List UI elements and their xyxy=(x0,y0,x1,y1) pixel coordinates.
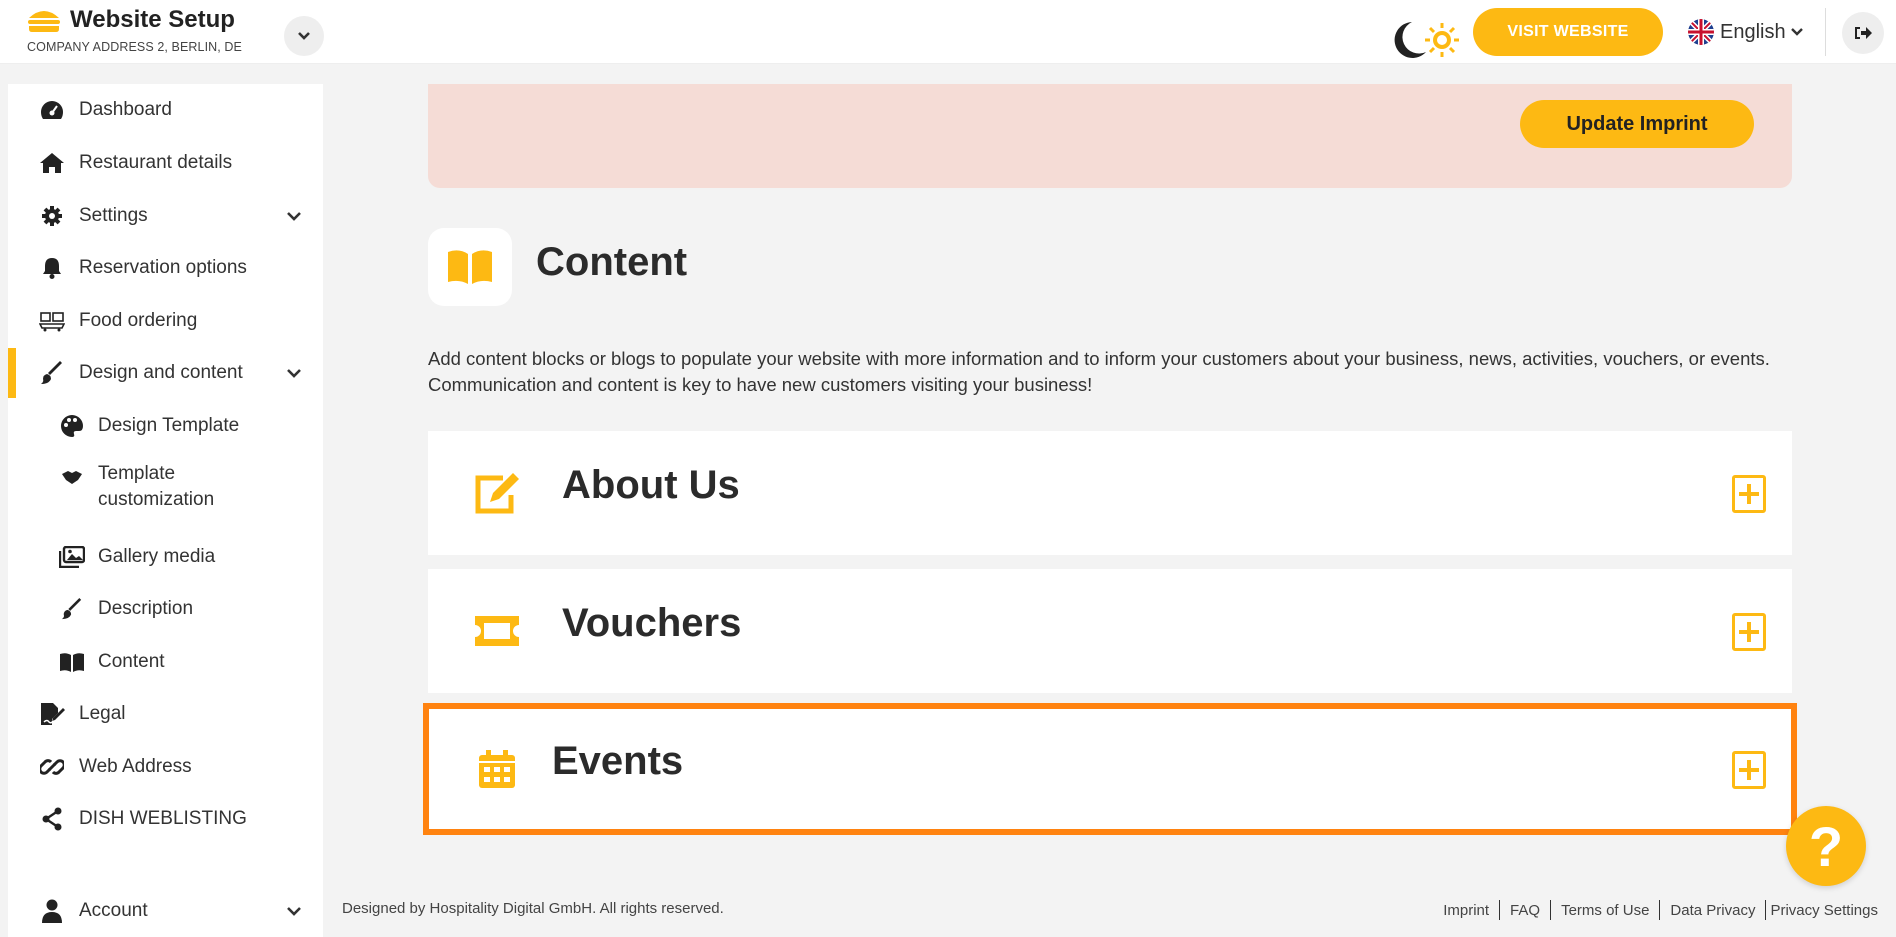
paintbrush-icon xyxy=(38,359,66,387)
images-icon xyxy=(58,543,86,571)
sidebar-item-design-and-content[interactable]: Design and content xyxy=(8,350,323,396)
chevron-down-icon xyxy=(287,906,301,916)
user-icon xyxy=(38,897,66,925)
highlight-frame xyxy=(423,703,1797,835)
chevron-down-icon xyxy=(1790,28,1803,36)
burger-logo-icon xyxy=(28,11,60,32)
divider xyxy=(1825,8,1826,56)
edit-icon xyxy=(472,471,522,515)
ticket-icon xyxy=(472,609,522,653)
section-title: Content xyxy=(536,240,688,284)
brand: Website Setup COMPANY ADDRESS 2, BERLIN,… xyxy=(26,6,242,54)
theme-toggle-icon[interactable] xyxy=(1386,18,1462,62)
sidebar: Dashboard Restaurant details Settings Re… xyxy=(8,84,323,937)
sidebar-item-dish-weblisting[interactable]: DISH WEBLISTING xyxy=(8,796,323,842)
panel-title: About Us xyxy=(562,463,740,507)
book-open-icon xyxy=(448,250,492,284)
expand-plus-icon[interactable] xyxy=(1732,613,1766,651)
sidebar-item-description[interactable]: Description xyxy=(8,586,323,632)
share-icon xyxy=(38,805,66,833)
sidebar-item-reservation-options[interactable]: Reservation options xyxy=(8,245,323,291)
footer-link-imprint[interactable]: Imprint xyxy=(1433,902,1499,919)
update-imprint-button[interactable]: Update Imprint xyxy=(1520,100,1754,148)
section-description: Add content blocks or blogs to populate … xyxy=(428,348,1770,395)
sidebar-item-food-ordering[interactable]: Food ordering xyxy=(8,298,323,344)
chevron-down-icon xyxy=(287,211,301,221)
bell-icon xyxy=(38,254,66,282)
top-bar: Website Setup COMPANY ADDRESS 2, BERLIN,… xyxy=(0,0,1896,64)
sidebar-item-restaurant-details[interactable]: Restaurant details xyxy=(8,140,323,186)
sidebar-item-design-template[interactable]: Design Template xyxy=(8,403,323,449)
sidebar-item-content[interactable]: Content xyxy=(8,639,323,685)
expand-plus-icon[interactable] xyxy=(1732,475,1766,513)
company-address: COMPANY ADDRESS 2, BERLIN, DE xyxy=(27,40,242,54)
uk-flag-icon xyxy=(1688,19,1714,45)
footer-link-privacy-settings[interactable]: Privacy Settings xyxy=(1766,902,1878,919)
dashboard-gauge-icon xyxy=(38,96,66,124)
help-button[interactable]: ? xyxy=(1786,806,1866,886)
sidebar-item-dashboard[interactable]: Dashboard xyxy=(8,87,323,133)
palette-icon xyxy=(58,412,86,440)
chevron-down-icon xyxy=(298,32,310,40)
sidebar-item-web-address[interactable]: Web Address xyxy=(8,744,323,790)
handshake-icon xyxy=(58,463,86,491)
sidebar-item-legal[interactable]: Legal xyxy=(8,691,323,737)
content-panel-about-us[interactable]: About Us xyxy=(428,431,1792,555)
footer-link-terms[interactable]: Terms of Use xyxy=(1551,902,1659,919)
footer-links: Imprint FAQ Terms of Use Data Privacy Pr… xyxy=(1433,900,1878,920)
content-section-icon-box xyxy=(428,228,512,306)
footer-link-data-privacy[interactable]: Data Privacy xyxy=(1660,902,1765,919)
chevron-down-icon xyxy=(287,368,301,378)
home-icon xyxy=(38,149,66,177)
file-signature-icon xyxy=(38,700,66,728)
language-selector[interactable]: English xyxy=(1688,18,1803,46)
footer-link-faq[interactable]: FAQ xyxy=(1500,902,1550,919)
link-icon xyxy=(38,753,66,781)
gear-icon xyxy=(38,202,66,230)
sidebar-item-account[interactable]: Account xyxy=(8,888,323,934)
collapse-header-button[interactable] xyxy=(284,16,324,56)
sidebar-item-settings[interactable]: Settings xyxy=(8,193,323,239)
panel-title: Vouchers xyxy=(562,601,742,645)
logout-icon xyxy=(1855,27,1872,39)
book-open-icon xyxy=(58,648,86,676)
paintbrush-icon xyxy=(58,595,86,623)
app-title: Website Setup xyxy=(70,6,235,33)
content-panel-vouchers[interactable]: Vouchers xyxy=(428,569,1792,693)
sidebar-item-template-customization[interactable]: Template customization xyxy=(8,455,323,519)
sidebar-item-gallery-media[interactable]: Gallery media xyxy=(8,534,323,580)
language-label: English xyxy=(1720,20,1786,43)
food-ordering-icon xyxy=(38,307,66,335)
logout-button[interactable] xyxy=(1842,12,1884,54)
visit-website-button[interactable]: VISIT WEBSITE xyxy=(1473,8,1663,56)
footer-copyright: Designed by Hospitality Digital GmbH. Al… xyxy=(342,900,724,917)
